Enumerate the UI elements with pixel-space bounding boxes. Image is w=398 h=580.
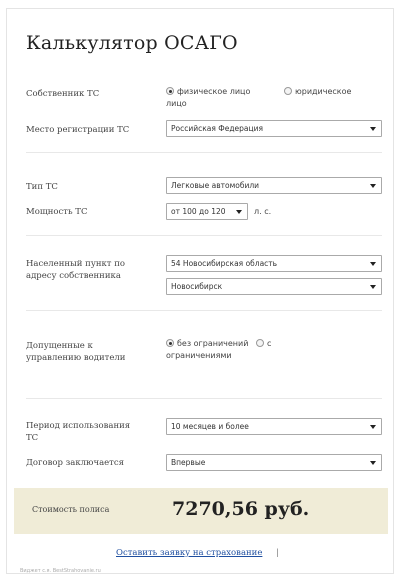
vehicle-type-value: Легковые автомобили bbox=[171, 181, 260, 190]
drivers-radio-limited[interactable]: с bbox=[256, 338, 271, 349]
section-divider bbox=[26, 152, 382, 153]
chevron-down-icon bbox=[370, 184, 376, 188]
period-select[interactable]: 10 месяцев и более bbox=[166, 418, 382, 435]
contract-value: Впервые bbox=[171, 458, 206, 467]
registration-value: Российская Федерация bbox=[171, 124, 263, 133]
owner-option-legal-part2: лицо bbox=[166, 99, 187, 108]
region-select[interactable]: 54 Новосибирская область bbox=[166, 255, 382, 272]
drivers-option-limited-part2: ограничениями bbox=[166, 351, 232, 360]
registration-label: Место регистрации ТС bbox=[26, 125, 130, 135]
radio-checked-icon bbox=[166, 87, 174, 95]
drivers-radio-unlimited[interactable]: без ограничений bbox=[166, 338, 248, 349]
owner-label: Собственник ТС bbox=[26, 89, 100, 99]
footer-credit: Виджет с.я. BestStrahovanie.ru bbox=[20, 568, 101, 574]
radio-unchecked-icon bbox=[284, 87, 292, 95]
section-divider bbox=[26, 310, 382, 311]
chevron-down-icon bbox=[370, 262, 376, 266]
chevron-down-icon bbox=[370, 285, 376, 289]
contract-label: Договор заключается bbox=[26, 458, 125, 468]
power-unit: л. с. bbox=[254, 207, 272, 216]
chevron-down-icon bbox=[370, 461, 376, 465]
price-value: 7270,56 руб. bbox=[172, 498, 310, 520]
location-label: Населенный пункт по адресу собственника bbox=[26, 259, 125, 281]
chevron-down-icon bbox=[370, 425, 376, 429]
power-label: Мощность ТС bbox=[26, 207, 88, 217]
drivers-option-unlimited: без ограничений bbox=[177, 339, 249, 348]
drivers-label: Допущенные к управлению водители bbox=[26, 341, 126, 363]
city-value: Новосибирск bbox=[171, 282, 223, 291]
city-select[interactable]: Новосибирск bbox=[166, 278, 382, 295]
section-divider bbox=[26, 398, 382, 399]
price-panel: Стоимость полиса 7270,56 руб. bbox=[14, 488, 388, 534]
owner-radio-legal[interactable]: юридическое bbox=[284, 86, 351, 97]
contract-select[interactable]: Впервые bbox=[166, 454, 382, 471]
power-select[interactable]: от 100 до 120 bbox=[166, 203, 248, 220]
owner-radio-individual[interactable]: физическое лицо bbox=[166, 86, 250, 97]
drivers-option-limited-part1: с bbox=[267, 339, 272, 348]
radio-unchecked-icon bbox=[256, 339, 264, 347]
region-value: 54 Новосибирская область bbox=[171, 259, 278, 268]
chevron-down-icon bbox=[370, 127, 376, 131]
owner-option-individual: физическое лицо bbox=[177, 87, 251, 96]
vehicle-type-select[interactable]: Легковые автомобили bbox=[166, 177, 382, 194]
vehicle-type-label: Тип ТС bbox=[26, 182, 58, 192]
power-value: от 100 до 120 bbox=[171, 207, 226, 216]
order-insurance-link[interactable]: Оставить заявку на страхование bbox=[116, 548, 262, 558]
owner-option-legal-part1: юридическое bbox=[295, 87, 352, 96]
registration-select[interactable]: Российская Федерация bbox=[166, 120, 382, 137]
radio-checked-icon bbox=[166, 339, 174, 347]
widget-title: Калькулятор ОСАГО bbox=[26, 32, 238, 54]
link-separator: | bbox=[276, 548, 279, 558]
price-label: Стоимость полиса bbox=[32, 505, 110, 514]
section-divider bbox=[26, 235, 382, 236]
period-value: 10 месяцев и более bbox=[171, 422, 249, 431]
period-label: Период использования ТС bbox=[26, 421, 131, 443]
chevron-down-icon bbox=[236, 210, 242, 214]
